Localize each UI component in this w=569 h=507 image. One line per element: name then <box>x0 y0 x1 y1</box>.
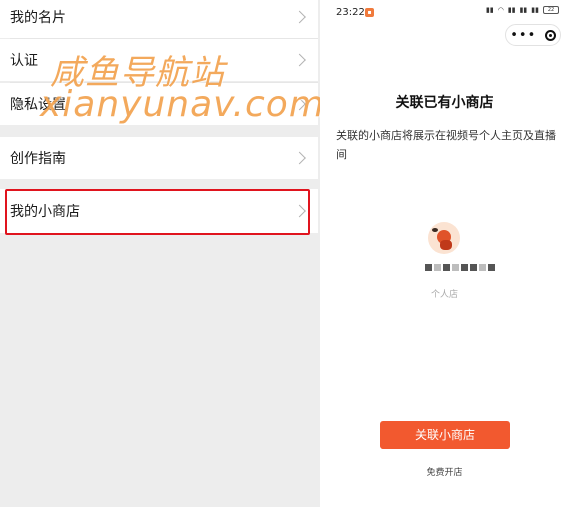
shop-type-label: 个人店 <box>430 290 458 300</box>
page-title: 关联已有小商店 <box>395 95 494 111</box>
menu-item-label: 创作指南 <box>10 151 66 167</box>
shop-avatar <box>428 222 460 254</box>
chevron-right-icon <box>293 10 306 24</box>
page-description: 关联的小商店将展示在视频号个人主页及直播间 <box>336 129 556 161</box>
shop-name-pixelated <box>425 264 495 271</box>
wifi-icon: ◠ <box>497 6 504 14</box>
miniprogram-capsule: ••• <box>505 24 561 46</box>
menu-item-my-card[interactable]: 我的名片 <box>0 0 318 38</box>
open-shop-free-link[interactable]: 免费开店 <box>320 465 569 478</box>
cellular-signal-icon: ▮▮ <box>531 6 539 14</box>
notification-app-icon: ▪ <box>365 8 374 17</box>
watermark-url: xianyunav.com <box>40 84 325 125</box>
menu-item-label: 认证 <box>10 53 38 69</box>
link-shop-screen: 23:22 ▪ ▮▮ ◠ ▮▮ ▮▮ ▮▮ 22 ••• 关联已有小商店 关联的… <box>320 0 569 507</box>
menu-item-creator-guide[interactable]: 创作指南 <box>0 137 318 179</box>
status-time: 23:22 <box>336 7 365 18</box>
system-status-icons: ▮▮ ◠ ▮▮ ▮▮ ▮▮ 22 <box>486 6 559 14</box>
status-bar: 23:22 ▪ ▮▮ ◠ ▮▮ ▮▮ ▮▮ 22 <box>320 0 569 24</box>
chevron-right-icon <box>293 53 306 67</box>
menu-item-label: 我的名片 <box>10 10 66 26</box>
screenshot-root: 我的名片 认证 隐私设置 创作指南 我的小商店 咸鱼导航站 xianyunav.… <box>0 0 569 507</box>
battery-icon: 22 <box>543 6 559 14</box>
chevron-right-icon <box>293 151 306 165</box>
close-miniprogram-icon[interactable] <box>544 29 556 41</box>
highlight-box <box>5 189 310 235</box>
link-shop-button[interactable]: 关联小商店 <box>380 421 510 449</box>
cellular-signal-icon: ▮▮ <box>519 6 528 14</box>
more-icon[interactable]: ••• <box>510 29 536 42</box>
profile-menu-panel: 我的名片 认证 隐私设置 创作指南 我的小商店 咸鱼导航站 xianyunav.… <box>0 0 324 507</box>
signal-speed-icon: ▮▮ <box>486 6 494 14</box>
hd-icon: ▮▮ <box>507 6 516 14</box>
